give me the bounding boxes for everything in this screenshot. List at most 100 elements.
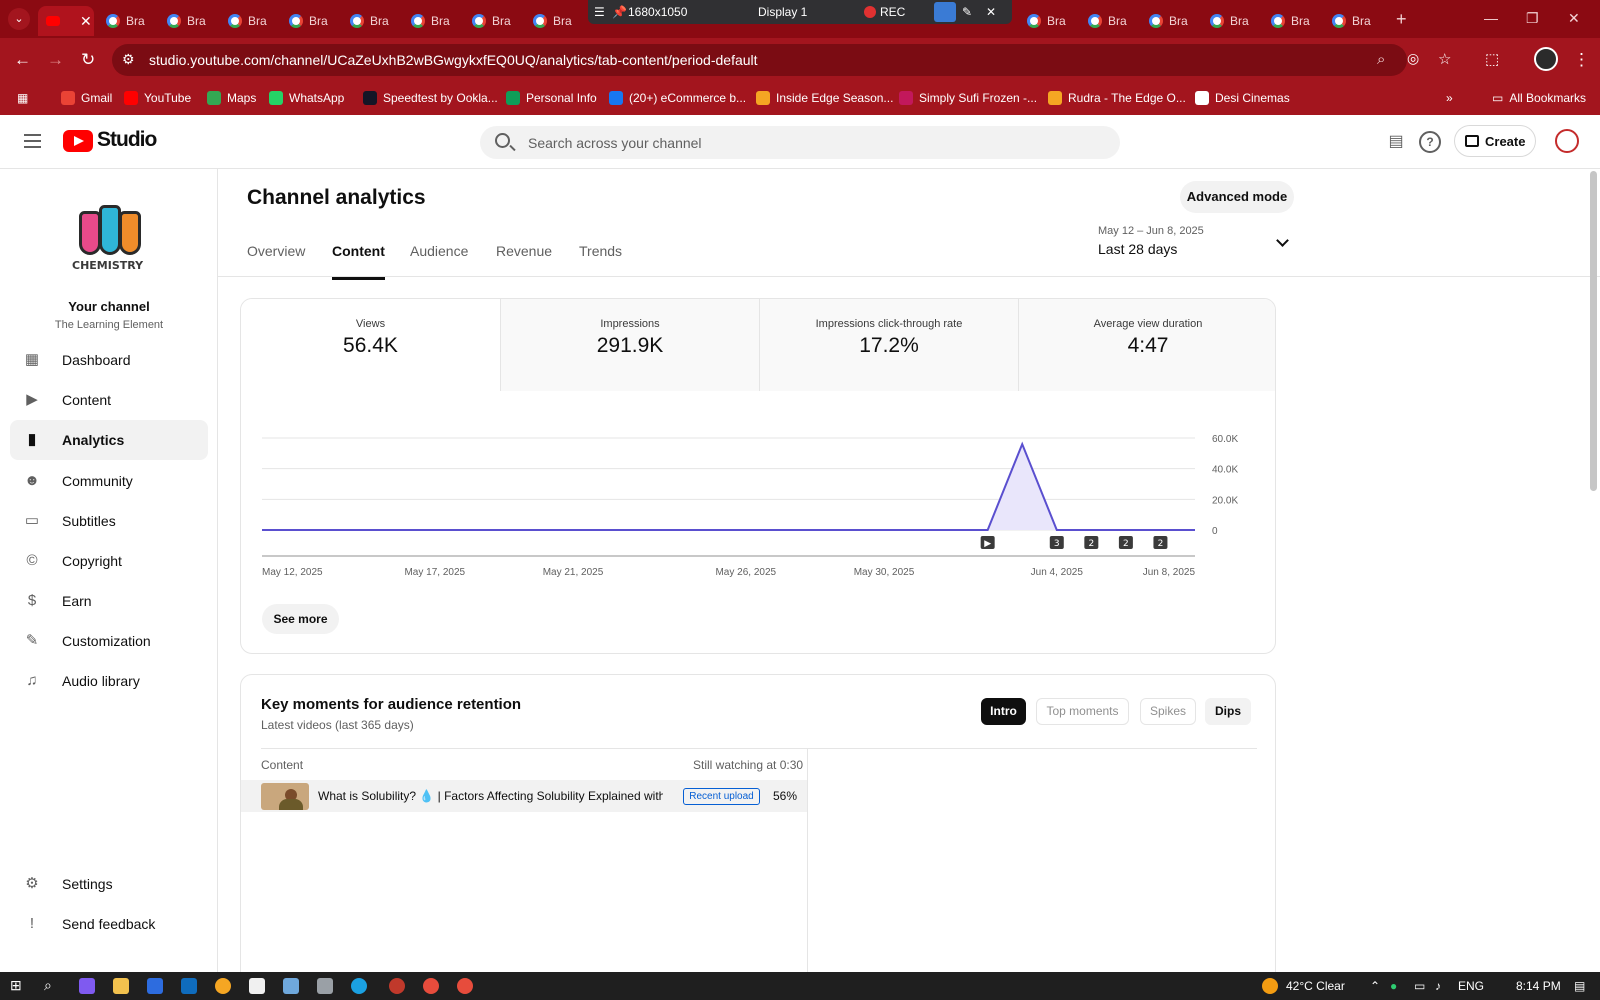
bookmark-item[interactable]: Simply Sufi Frozen -... (899, 91, 1037, 105)
sidebar-item-analytics[interactable]: ▮ Analytics (10, 420, 208, 460)
browser-tab[interactable]: Bra (1141, 6, 1197, 36)
page-scrollbar[interactable] (1590, 171, 1597, 491)
channel-avatar[interactable]: CHEMISTRY (69, 201, 151, 283)
bookmark-item[interactable]: Gmail (61, 91, 112, 105)
browser-tab[interactable]: Bra (98, 6, 154, 36)
edge-icon[interactable] (351, 978, 367, 994)
browser-tab[interactable]: Bra (1263, 6, 1319, 36)
bookmark-item[interactable]: (20+) eCommerce b... (609, 91, 746, 105)
help-icon[interactable]: ? (1419, 131, 1441, 153)
bookmark-item[interactable]: WhatsApp (269, 91, 344, 105)
create-button[interactable]: Create (1454, 125, 1536, 157)
bookmark-item[interactable]: Maps (207, 91, 256, 105)
close-window-icon[interactable]: ✕ (1568, 10, 1580, 27)
video-thumbnail[interactable] (261, 783, 309, 810)
chip-dips[interactable]: Dips (1205, 698, 1251, 725)
eye-off-icon[interactable]: ◎ (1407, 50, 1419, 67)
status-icon[interactable]: ● (1390, 979, 1397, 993)
browser-tab[interactable]: Bra (525, 6, 581, 36)
browser-tab-active[interactable]: ✕ (38, 6, 94, 36)
metric-average-view-duration[interactable]: Average view duration 4:47 (1018, 299, 1275, 391)
table-row[interactable]: What is Solubility? 💧 | Factors Affectin… (241, 780, 807, 812)
search-icon[interactable] (495, 133, 510, 148)
pin-icon[interactable]: 📌 (612, 5, 627, 19)
site-settings-icon[interactable]: ⚙ (122, 51, 135, 68)
url-text[interactable]: studio.youtube.com/channel/UCaZeUxhB2wBG… (149, 52, 758, 68)
extensions-icon[interactable]: ⬚ (1485, 50, 1499, 68)
chevron-up-icon[interactable]: ⌃ (1370, 979, 1380, 993)
recorder-app-icon[interactable] (389, 978, 405, 994)
chrome-icon[interactable] (457, 978, 473, 994)
windows-start-icon[interactable]: ⊞ (10, 977, 22, 994)
sidebar-item-send-feedback[interactable]: ! Send feedback (10, 904, 208, 944)
search-input[interactable] (528, 132, 1098, 154)
advanced-mode-button[interactable]: Advanced mode (1180, 181, 1294, 213)
close-recorder-icon[interactable]: ✕ (986, 5, 996, 19)
clock[interactable]: 8:14 PM (1516, 979, 1561, 993)
date-range-picker[interactable]: May 12 – Jun 8, 2025 Last 28 days (1098, 225, 1296, 265)
close-tab-icon[interactable]: ✕ (80, 13, 92, 30)
sidebar-item-copyright[interactable]: © Copyright (10, 541, 208, 581)
see-more-button[interactable]: See more (262, 604, 339, 634)
record-button[interactable]: REC (864, 5, 905, 19)
browser-tab[interactable]: Bra (220, 6, 276, 36)
studio-logo-text[interactable]: Studio (97, 128, 157, 152)
volume-icon[interactable]: ♪ (1435, 979, 1441, 993)
browser-tab[interactable]: Bra (342, 6, 398, 36)
browser-tab[interactable]: Bra (403, 6, 459, 36)
sidebar-item-dashboard[interactable]: ▦ Dashboard (10, 340, 208, 380)
youtube-logo-icon[interactable] (63, 130, 93, 152)
apps-icon[interactable]: ▦ (17, 91, 28, 105)
browser-tab[interactable]: Bra (1080, 6, 1136, 36)
sidebar-item-earn[interactable]: $ Earn (10, 581, 208, 621)
sidebar-item-audio-library[interactable]: ♫ Audio library (10, 661, 208, 701)
chip-intro[interactable]: Intro (981, 698, 1026, 725)
more-bookmarks-icon[interactable]: » (1446, 91, 1453, 105)
messages-icon[interactable]: ▤ (1385, 131, 1407, 153)
account-avatar[interactable] (1555, 129, 1579, 153)
language-indicator[interactable]: ENG (1458, 979, 1484, 993)
file-explorer-icon[interactable] (113, 978, 129, 994)
bookmark-item[interactable]: Desi Cinemas (1195, 91, 1290, 105)
browser-tab[interactable]: Bra (281, 6, 337, 36)
chip-spikes[interactable]: Spikes (1140, 698, 1196, 725)
profile-avatar[interactable] (1534, 47, 1558, 71)
tab-overview[interactable]: Overview (247, 243, 305, 259)
copilot-icon[interactable] (79, 978, 95, 994)
tab-trends[interactable]: Trends (579, 243, 622, 259)
tab-content[interactable]: Content (332, 243, 385, 280)
browser-tab[interactable]: Bra (1202, 6, 1258, 36)
metric-views[interactable]: Views 56.4K (241, 299, 500, 391)
search-icon[interactable]: ⌕ (44, 977, 52, 994)
minimize-window-icon[interactable]: — (1484, 10, 1498, 26)
bookmark-item[interactable]: Personal Info (506, 91, 597, 105)
browser-menu-icon[interactable]: ⋮ (1573, 50, 1590, 70)
back-icon[interactable]: ← (14, 50, 31, 70)
hamburger-menu-icon[interactable] (24, 134, 41, 152)
browser-tab[interactable]: Bra (464, 6, 520, 36)
bookmark-item[interactable]: YouTube (124, 91, 191, 105)
chrome-canary-icon[interactable] (215, 978, 231, 994)
menu-icon[interactable]: ☰ (594, 5, 605, 19)
browser-tab[interactable]: Bra (159, 6, 215, 36)
address-bar[interactable]: ⚙ studio.youtube.com/channel/UCaZeUxhB2w… (112, 44, 1407, 76)
browser-tab[interactable]: Bra (1019, 6, 1075, 36)
calculator-icon[interactable] (317, 978, 333, 994)
sidebar-item-subtitles[interactable]: ▭ Subtitles (10, 501, 208, 541)
sidebar-item-settings[interactable]: ⚙ Settings (10, 864, 208, 904)
sidebar-item-customization[interactable]: ✎ Customization (10, 621, 208, 661)
new-tab-button[interactable]: + (1396, 9, 1407, 30)
forward-icon[interactable]: → (47, 50, 64, 70)
tab-search-button[interactable]: ⌄ (8, 8, 30, 30)
video-title[interactable]: What is Solubility? 💧 | Factors Affectin… (318, 789, 663, 803)
metric-impressions[interactable]: Impressions 291.9K (500, 299, 759, 391)
metric-impressions-click-through-rate[interactable]: Impressions click-through rate 17.2% (759, 299, 1018, 391)
pencil-icon[interactable]: ✎ (962, 5, 972, 19)
notifications-icon[interactable]: ▤ (1574, 979, 1585, 993)
sidebar-item-content[interactable]: ▶ Content (10, 380, 208, 420)
store-icon[interactable] (147, 978, 163, 994)
tab-audience[interactable]: Audience (410, 243, 468, 259)
notepad-icon[interactable] (249, 978, 265, 994)
zoom-icon[interactable]: ⌕ (1377, 51, 1385, 68)
reload-icon[interactable]: ↻ (81, 50, 95, 70)
